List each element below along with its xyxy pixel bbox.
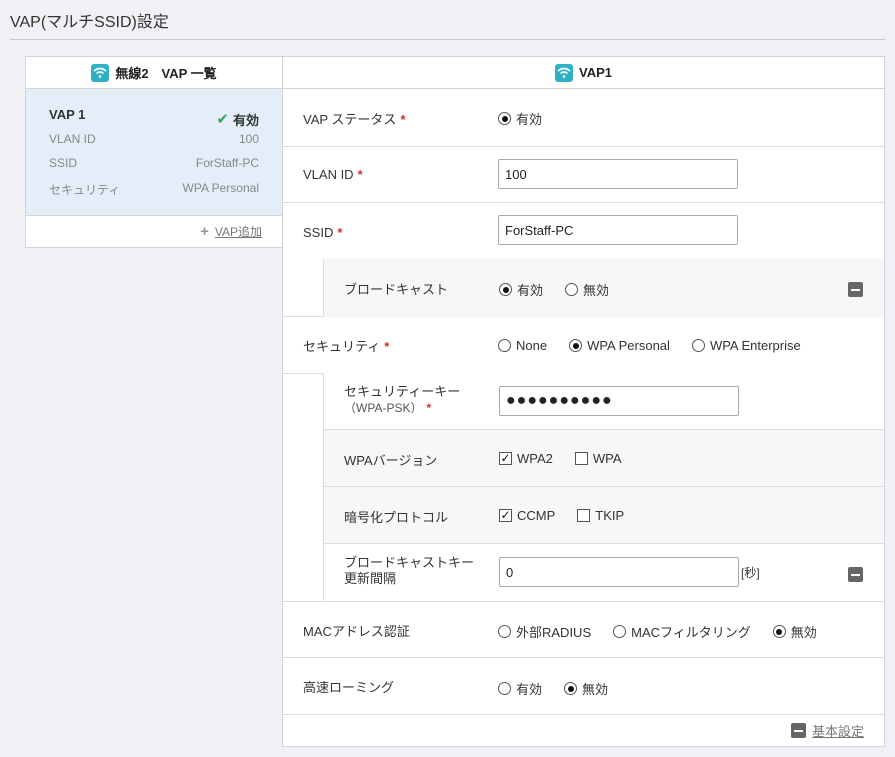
broadcast-label: ブロードキャスト: [344, 282, 449, 297]
fast-roaming-row: 高速ローミング 有効 無効: [283, 658, 884, 715]
vlan-row: VLAN ID * 100: [283, 147, 884, 203]
vlan-label: VLAN ID *: [303, 167, 363, 182]
wpa-version-label: WPAバージョン: [344, 453, 438, 468]
add-vap-link[interactable]: VAP追加: [215, 223, 262, 240]
psk-password-input[interactable]: ●●●●●●●●●●: [499, 386, 739, 416]
cipher-label: 暗号化プロトコル: [344, 510, 449, 525]
vlan-id-input[interactable]: 100: [498, 159, 738, 189]
page-title: VAP(マルチSSID)設定: [10, 14, 169, 31]
collapse-icon[interactable]: [848, 567, 863, 582]
vap-card-ssid-label: SSID: [49, 156, 78, 170]
mac-auth-label: MACアドレス認証: [303, 624, 410, 639]
psk-label: セキュリティーキー （WPA-PSK） *: [344, 384, 461, 415]
rekey-interval-input[interactable]: 0: [499, 557, 739, 587]
vap-status-row: VAP ステータス * 有効: [283, 89, 884, 147]
vap-list-header: 無線2 VAP 一覧: [26, 57, 282, 89]
vap-list-title: 無線2 VAP 一覧: [115, 66, 217, 81]
vap-list-panel: 無線2 VAP 一覧 VAP 1 ✔ 有効 VLAN ID 100 SSID For…: [25, 56, 283, 248]
wpa-checkbox[interactable]: WPA: [574, 451, 622, 466]
psk-row: セキュリティーキー （WPA-PSK） * ●●●●●●●●●●: [323, 373, 884, 430]
rekey-unit: [秒]: [741, 565, 760, 580]
status-text: 有効: [232, 112, 259, 128]
wpa-version-row: WPAバージョン ✓ WPA2 WPA: [323, 430, 884, 487]
broadcast-enabled-radio[interactable]: 有効: [499, 280, 543, 299]
basic-settings-footer: 基本設定: [790, 721, 864, 740]
vap-list-footer: + VAP追加: [26, 216, 282, 247]
rekey-row: ブロードキャストキー 更新間隔 0 [秒]: [323, 544, 884, 601]
security-row: セキュリティ * None WPA Personal WPA Enterprise: [283, 317, 884, 374]
ccmp-checkbox[interactable]: ✓ CCMP: [499, 508, 555, 523]
title-divider: [10, 39, 885, 40]
rekey-label: ブロードキャストキー 更新間隔: [344, 555, 475, 586]
vap-card-vlan-value: 100: [238, 131, 259, 146]
vap-status-enabled-radio[interactable]: 有効: [498, 109, 542, 128]
wpa2-checkbox[interactable]: ✓ WPA2: [499, 451, 553, 466]
collapse-icon: [790, 723, 806, 738]
broadcast-disabled-radio[interactable]: 無効: [565, 280, 609, 299]
tkip-checkbox[interactable]: TKIP: [577, 508, 624, 523]
wifi-icon: [91, 63, 110, 82]
plus-icon: +: [200, 223, 209, 240]
security-wpa-enterprise-radio[interactable]: WPA Enterprise: [691, 338, 801, 353]
vap-card-vlan-label: VLAN ID: [49, 131, 96, 146]
ssid-label: SSID *: [303, 225, 343, 240]
basic-settings-link[interactable]: 基本設定: [812, 721, 864, 740]
mac-auth-filtering-radio[interactable]: MACフィルタリング: [613, 622, 751, 641]
vap-settings-header: VAP1: [283, 57, 884, 89]
wifi-icon: [555, 63, 573, 82]
vap-card-security-value: WPA Personal: [182, 180, 259, 195]
mac-auth-radius-radio[interactable]: 外部RADIUS: [498, 622, 591, 641]
check-icon: ✔: [216, 111, 229, 129]
vap-card[interactable]: VAP 1 ✔ 有効 VLAN ID 100 SSID ForStaff-PC セキ…: [26, 89, 282, 216]
vap-settings-title: VAP1: [579, 65, 612, 80]
status-badge: ✔ 有効: [216, 107, 259, 132]
vap-card-security-label: セキュリティ: [49, 182, 121, 197]
vap-card-ssid-value: ForStaff-PC: [195, 156, 259, 170]
security-wpa-personal-radio[interactable]: WPA Personal: [569, 338, 670, 353]
ssid-input[interactable]: ForStaff-PC: [498, 215, 738, 245]
cipher-row: 暗号化プロトコル ✓ CCMP TKIP: [323, 487, 884, 544]
vap-settings-panel: VAP1 VAP ステータス * 有効 VLAN ID * 100 SSID * Fo…: [282, 56, 885, 747]
fast-roaming-disabled-radio[interactable]: 無効: [564, 679, 608, 698]
broadcast-row: ブロードキャスト 有効 無効: [323, 259, 884, 317]
vap-card-name: VAP 1: [49, 107, 86, 122]
security-label: セキュリティ *: [303, 339, 390, 354]
collapse-icon[interactable]: [848, 282, 863, 297]
fast-roaming-enabled-radio[interactable]: 有効: [498, 679, 542, 698]
fast-roaming-label: 高速ローミング: [303, 680, 395, 695]
mac-auth-row: MACアドレス認証 外部RADIUS MACフィルタリング 無効: [283, 601, 884, 658]
vap-status-label: VAP ステータス *: [303, 112, 406, 127]
mac-auth-disabled-radio[interactable]: 無効: [772, 622, 817, 641]
security-none-radio[interactable]: None: [498, 338, 547, 353]
